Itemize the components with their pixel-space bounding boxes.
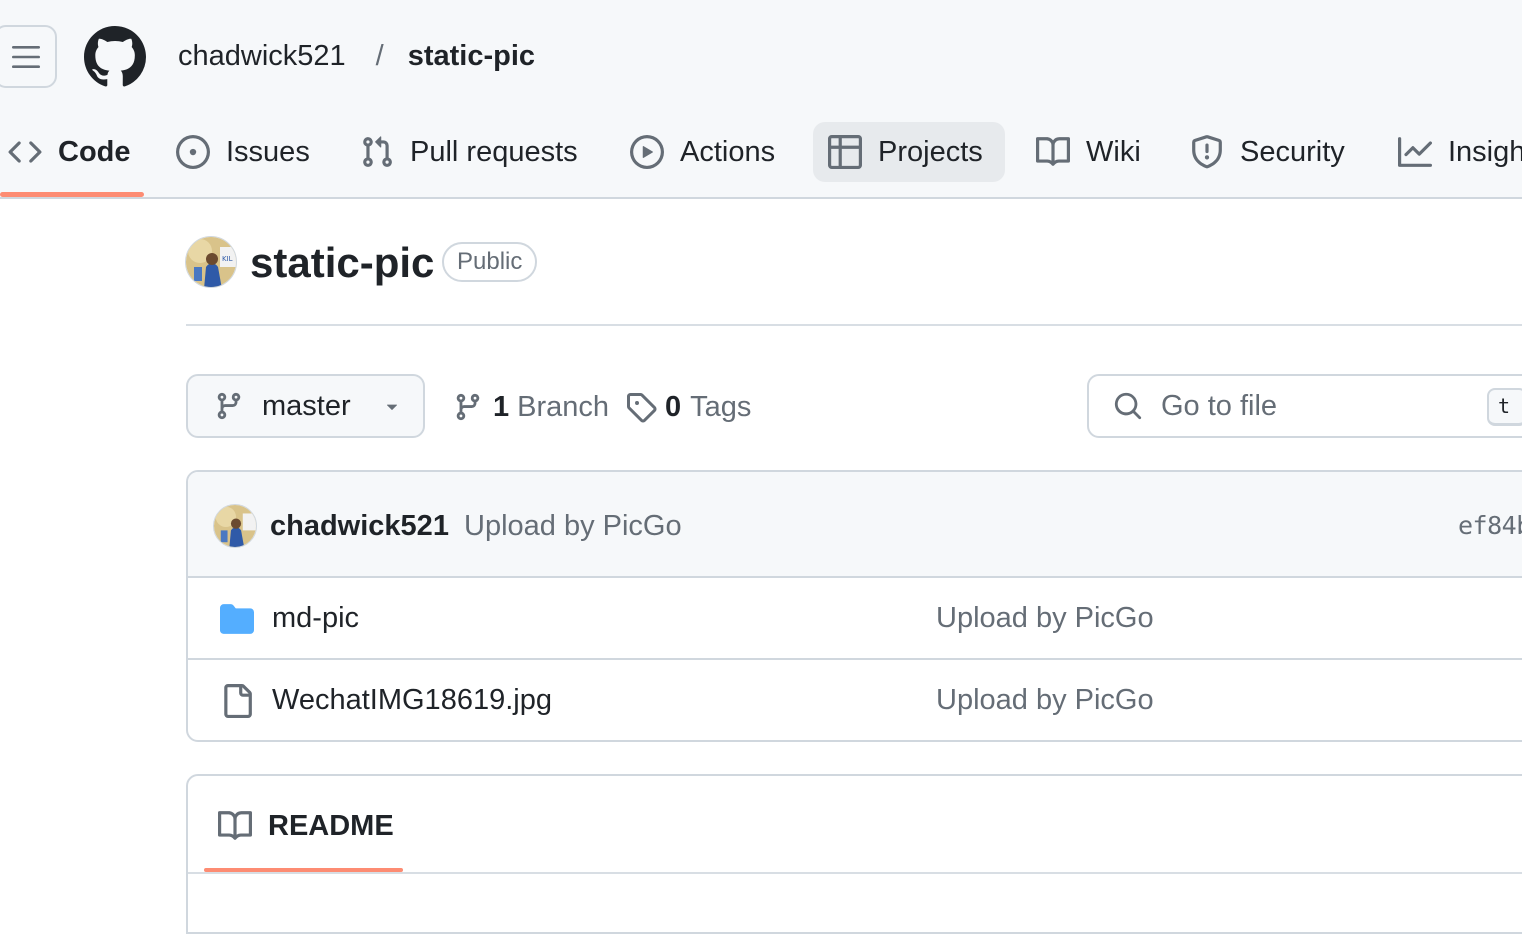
- tab-insights-label: Insigh: [1448, 135, 1522, 168]
- issue-opened-icon: [176, 135, 210, 169]
- visibility-badge: Public: [442, 242, 538, 282]
- tab-pull-requests[interactable]: Pull requests: [360, 122, 578, 182]
- git-pull-request-icon: [363, 136, 392, 167]
- git-branch-icon: [456, 393, 480, 421]
- shield-icon: [1192, 135, 1222, 169]
- tab-insights[interactable]: Insigh: [1398, 122, 1522, 182]
- graph-icon: [1398, 137, 1432, 167]
- repo-title[interactable]: static-pic: [250, 238, 434, 288]
- avatar-image: KIL: [186, 237, 236, 287]
- readme-divider: [188, 872, 1522, 874]
- repo-nav-tabs: Code Issues Pull requests Actions Projec…: [0, 122, 1522, 198]
- avatar-image: [214, 505, 256, 547]
- tab-code[interactable]: Code: [8, 122, 139, 182]
- table-icon: [828, 135, 862, 169]
- breadcrumb-separator: /: [375, 40, 384, 72]
- tab-readme[interactable]: README: [218, 806, 394, 846]
- file-table: chadwick521 Upload by PicGo ef84b md-pic…: [186, 470, 1522, 742]
- owner-avatar[interactable]: KIL: [185, 236, 237, 288]
- play-icon: [630, 135, 664, 169]
- tab-projects[interactable]: Projects: [813, 122, 1005, 182]
- file-commit-message-link[interactable]: Upload by PicGo: [936, 682, 1154, 718]
- tags-link[interactable]: 0 Tags: [625, 385, 751, 429]
- file-icon: [224, 684, 252, 718]
- search-icon: [1114, 392, 1142, 420]
- book-icon: [218, 811, 252, 840]
- tab-wiki[interactable]: Wiki: [1036, 122, 1141, 182]
- readme-tab-label: README: [268, 809, 394, 842]
- commit-sha-link[interactable]: ef84b: [1458, 510, 1522, 542]
- selected-tab-underline: [0, 192, 144, 197]
- tab-projects-label: Projects: [878, 135, 983, 168]
- tab-actions-label: Actions: [680, 135, 776, 168]
- table-row[interactable]: md-pic Upload by PicGo: [188, 578, 1522, 660]
- table-row[interactable]: WechatIMG18619.jpg Upload by PicGo: [188, 660, 1522, 740]
- tab-pull-requests-label: Pull requests: [410, 135, 578, 168]
- breadcrumb-repo-link[interactable]: static-pic: [408, 38, 535, 74]
- tab-security-label: Security: [1240, 135, 1345, 168]
- branches-link[interactable]: 1 Branch: [453, 385, 609, 429]
- branch-selector-button[interactable]: master: [186, 374, 425, 438]
- code-icon: [8, 141, 42, 163]
- branch-name: master: [262, 389, 351, 422]
- hamburger-menu-button[interactable]: [0, 25, 57, 88]
- go-to-file-input[interactable]: Go to file: [1087, 374, 1522, 438]
- commit-message-link[interactable]: Upload by PicGo: [464, 508, 682, 544]
- tab-wiki-label: Wiki: [1086, 135, 1141, 168]
- readme-panel: README: [186, 774, 1522, 934]
- global-header: chadwick521 / static-pic Code Issues Pul…: [0, 0, 1522, 199]
- breadcrumb: chadwick521 / static-pic: [178, 38, 535, 74]
- latest-commit-row: chadwick521 Upload by PicGo ef84b: [188, 472, 1522, 578]
- commit-author-link[interactable]: chadwick521: [270, 508, 449, 544]
- book-icon: [1036, 137, 1070, 166]
- tag-icon: [627, 393, 657, 423]
- tag-count: 0: [665, 390, 682, 423]
- go-to-file-placeholder: Go to file: [1161, 389, 1278, 422]
- branch-label: Branch: [517, 390, 610, 423]
- git-branch-icon: [217, 392, 241, 420]
- file-commit-message-link[interactable]: Upload by PicGo: [936, 600, 1154, 636]
- github-logo-icon[interactable]: [84, 26, 146, 88]
- title-divider: [186, 324, 1522, 326]
- tab-code-label: Code: [58, 135, 131, 168]
- commit-author-avatar[interactable]: [213, 504, 257, 548]
- breadcrumb-owner-link[interactable]: chadwick521: [178, 38, 346, 74]
- hamburger-icon: [11, 45, 40, 68]
- file-name-link[interactable]: md-pic: [272, 600, 359, 636]
- branch-count: 1: [493, 390, 510, 423]
- tab-actions[interactable]: Actions: [630, 122, 775, 182]
- file-name-link[interactable]: WechatIMG18619.jpg: [272, 682, 552, 718]
- keyboard-shortcut-hint: t: [1487, 388, 1522, 426]
- folder-icon: [220, 604, 254, 634]
- tab-issues[interactable]: Issues: [176, 122, 310, 182]
- tag-label: Tags: [690, 390, 752, 423]
- tab-security[interactable]: Security: [1190, 122, 1345, 182]
- svg-text:KIL: KIL: [222, 255, 233, 263]
- tab-issues-label: Issues: [226, 135, 310, 168]
- triangle-down-icon: [386, 404, 397, 410]
